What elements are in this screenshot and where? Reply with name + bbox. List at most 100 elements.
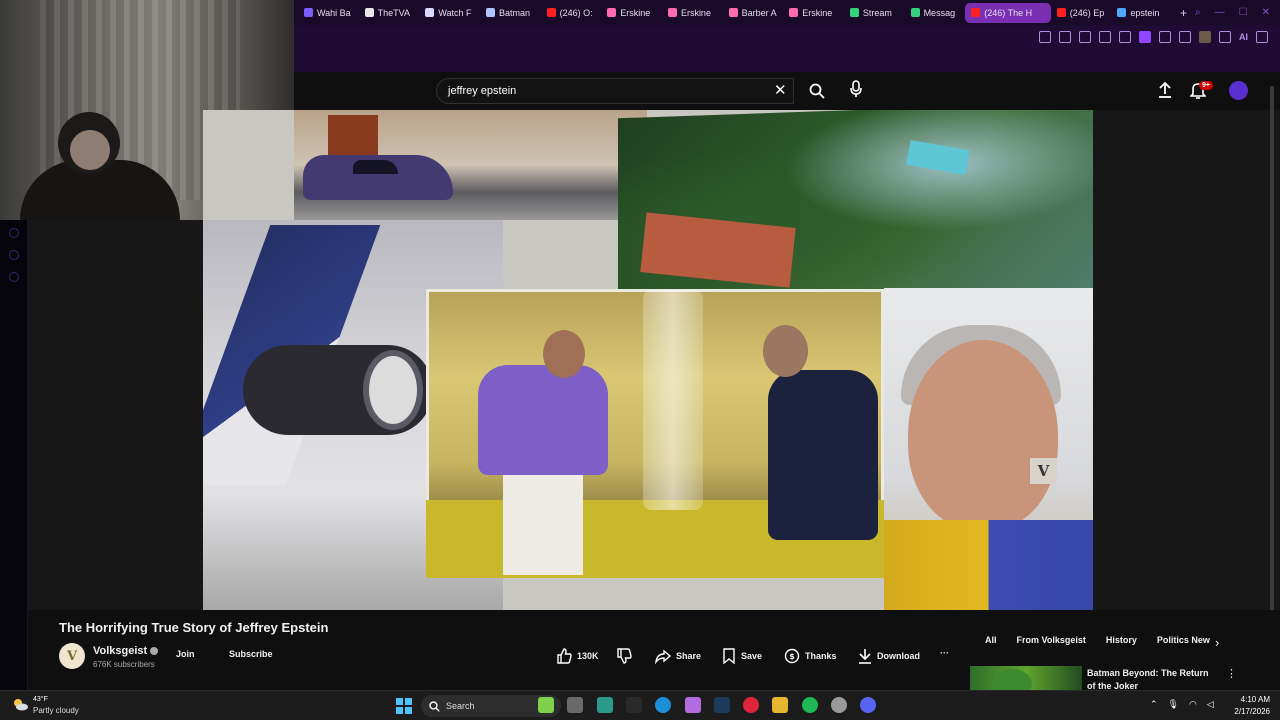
upload-icon (1159, 81, 1171, 98)
tab-favicon-icon (971, 8, 981, 17)
recommendation-menu-icon[interactable]: ⋮ (1226, 667, 1237, 680)
video-player[interactable] (203, 110, 1093, 610)
page-scrollbar[interactable] (1270, 86, 1274, 666)
download-button[interactable]: Download (858, 648, 920, 664)
clock-time: 4:10 AM (1240, 695, 1270, 704)
ai-button[interactable]: AI (1239, 32, 1248, 42)
create-button[interactable] (1158, 81, 1172, 98)
thanks-button[interactable]: $ Thanks (784, 648, 837, 664)
search-tabs-icon[interactable]: ⌕ (1195, 7, 1201, 18)
right-background (1093, 110, 1280, 610)
copilot-icon[interactable] (684, 697, 701, 713)
browser-tab[interactable]: Batman (480, 3, 541, 23)
music-extension-icon[interactable] (1119, 31, 1131, 43)
dislike-button[interactable] (616, 648, 632, 664)
teams-icon[interactable] (596, 697, 613, 713)
browser-tab[interactable]: epstein (1111, 3, 1172, 23)
play-extension-icon[interactable] (1099, 31, 1111, 43)
recommendation-title[interactable]: Batman Beyond: The Return of the Joker (1087, 667, 1217, 689)
tab-label: Erskine (802, 7, 833, 18)
channel-name[interactable]: Volksgeist (93, 645, 159, 657)
maximize-icon[interactable]: ☐ (1239, 7, 1248, 18)
tab-label: epstein (1130, 7, 1160, 18)
shield-extension-icon[interactable] (1079, 31, 1091, 43)
heart-extension-icon[interactable] (1179, 31, 1191, 43)
chip-from-channel[interactable]: From Volksgeist (1007, 635, 1096, 645)
channel-watermark[interactable]: V (1030, 458, 1057, 484)
tab-label: Wahi Ba (317, 7, 351, 18)
opera-gx-icon[interactable] (743, 697, 760, 713)
browser-tab[interactable]: Wahi Ba (298, 3, 359, 23)
sidebar-extension-icon[interactable] (9, 272, 19, 282)
chip-history[interactable]: History (1096, 635, 1147, 645)
microphone-icon[interactable]: 🎙 (1168, 699, 1179, 710)
browser-tab[interactable]: Barber A (723, 3, 784, 23)
browser-tab[interactable]: TheTVA (359, 3, 420, 23)
share-button[interactable]: Share (655, 648, 701, 664)
steam-icon[interactable] (713, 697, 730, 713)
menu-icon[interactable] (1256, 31, 1268, 43)
browser-tab[interactable]: Watch F (419, 3, 480, 23)
chip-all[interactable]: All (975, 635, 1007, 645)
channel-name-text: Volksgeist (93, 645, 148, 657)
system-clock[interactable]: 4:10 AM 2/17/2026 (1226, 694, 1270, 718)
twitch-extension-icon[interactable] (1139, 31, 1151, 43)
partly-cloudy-icon (14, 699, 28, 711)
browser-tab[interactable]: Erskine (662, 3, 723, 23)
new-tab-button[interactable]: + (1172, 6, 1195, 20)
mask-app-icon[interactable] (538, 697, 554, 713)
channel-avatar[interactable]: V (59, 643, 85, 669)
download-icon[interactable] (1219, 31, 1231, 43)
tab-label: (246) Ep (1069, 7, 1105, 18)
browser-tab[interactable]: Erskine (783, 3, 844, 23)
pin-extension-icon[interactable] (1039, 31, 1051, 43)
volume-icon[interactable]: ◁ (1207, 699, 1214, 710)
tab-label: (246) O: (559, 7, 593, 18)
profile-avatar-icon[interactable] (1199, 31, 1211, 43)
tab-label: (246) The H (984, 7, 1033, 18)
puzzle-extension-icon[interactable] (1159, 31, 1171, 43)
search-button[interactable] (798, 78, 836, 104)
recommendation-thumbnail[interactable] (970, 666, 1082, 690)
save-button[interactable]: Save (722, 648, 762, 664)
subscribe-button[interactable]: Subscribe (229, 649, 273, 659)
chrome-icon[interactable] (831, 697, 847, 713)
edge-icon[interactable] (655, 697, 672, 713)
screenshot-extension-icon[interactable] (1059, 31, 1071, 43)
clear-search-icon[interactable]: ✕ (774, 81, 787, 99)
discord-icon[interactable] (860, 697, 877, 713)
minimize-icon[interactable]: — (1215, 7, 1225, 18)
browser-tab[interactable]: Messag (905, 3, 966, 23)
epic-games-icon[interactable] (625, 697, 642, 713)
more-actions-button[interactable]: ··· (940, 648, 949, 658)
share-icon (655, 649, 671, 664)
search-input[interactable]: jeffrey epstein (436, 78, 794, 104)
sidebar-history-icon[interactable] (9, 228, 19, 238)
file-explorer-icon[interactable] (567, 697, 584, 713)
folder-icon[interactable] (772, 697, 789, 713)
like-button[interactable]: 130K (556, 648, 599, 664)
windows-start-icon[interactable] (396, 698, 412, 714)
video-title: The Horrifying True Story of Jeffrey Eps… (59, 620, 329, 635)
chevron-up-icon[interactable]: ⌃ (1150, 699, 1158, 710)
svg-text:$: $ (789, 652, 795, 661)
account-avatar[interactable] (1229, 81, 1248, 100)
chevron-right-icon[interactable]: › (1215, 635, 1219, 650)
browser-tab[interactable]: (246) The H (965, 2, 1051, 23)
man-purple-shirt (478, 365, 608, 475)
spotify-icon[interactable] (801, 697, 818, 713)
weather-description: Partly cloudy (33, 706, 79, 715)
browser-tab[interactable]: Stream (844, 3, 905, 23)
tab-favicon-icon (425, 8, 435, 17)
chip-politics[interactable]: Politics New (1147, 635, 1220, 645)
voice-search-button[interactable] (850, 80, 862, 98)
joker-face (992, 669, 1032, 690)
join-button[interactable]: Join (176, 649, 195, 659)
close-window-icon[interactable]: ✕ (1262, 7, 1270, 18)
browser-tab[interactable]: (246) Ep (1051, 3, 1112, 23)
sidebar-settings-icon[interactable] (9, 250, 19, 260)
thanks-icon: $ (784, 648, 800, 664)
wifi-icon[interactable]: ◠ (1189, 699, 1197, 710)
browser-tab[interactable]: Erskine (601, 3, 662, 23)
browser-tab[interactable]: (246) O: (541, 3, 602, 23)
